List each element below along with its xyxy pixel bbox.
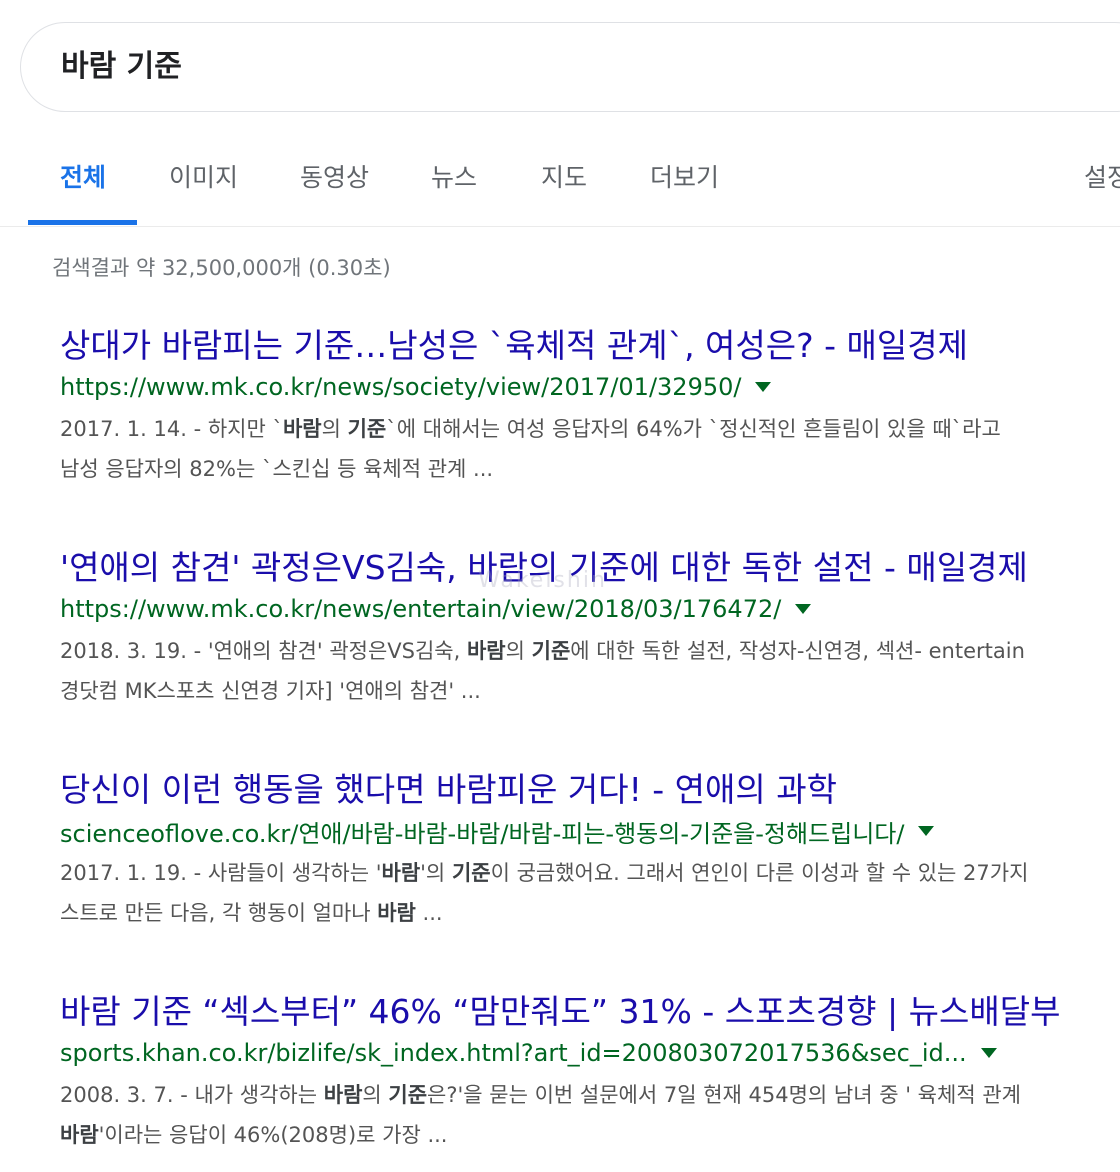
tab-settings[interactable]: 설정: [1084, 140, 1120, 220]
snippet-highlight: 기준: [531, 639, 571, 663]
snippet-highlight: 바람: [466, 639, 506, 663]
snippet-text: 의: [321, 417, 348, 441]
tab-images[interactable]: 이미지: [169, 140, 238, 220]
tab-more[interactable]: 더보기: [650, 140, 719, 220]
snippet-text: ...: [415, 901, 443, 925]
tab-videos[interactable]: 동영상: [300, 140, 369, 220]
tab-news[interactable]: 뉴스: [431, 140, 477, 220]
snippet-text: 2008. 3. 7. - 내가 생각하는: [60, 1083, 324, 1107]
snippet-line: 스트로 만든 다음, 각 행동이 얼마나 바람 ...: [60, 893, 1120, 933]
snippet-text: 의: [505, 639, 532, 663]
snippet-text: 에 대한 독한 설전, 작성자-신연경, 섹션- entertain: [570, 639, 1025, 663]
snippet-highlight: 바람: [377, 901, 416, 925]
snippet-text: 의: [362, 1083, 389, 1107]
result-url-row: https://www.mk.co.kr/news/society/view/2…: [60, 369, 1120, 405]
snippet-highlight: 바람: [381, 861, 421, 885]
result-title-link[interactable]: 상대가 바람피는 기준…남성은 `육체적 관계`, 여성은? - 매일경제: [60, 325, 1120, 367]
result-url-row: https://www.mk.co.kr/news/entertain/view…: [60, 591, 1120, 627]
result-snippet: 2018. 3. 19. - '연애의 참견' 곽정은VS김숙, 바람의 기준에…: [60, 631, 1120, 711]
result-url[interactable]: sports.khan.co.kr/bizlife/sk_index.html?…: [60, 1039, 967, 1067]
caret-down-icon[interactable]: [918, 826, 935, 836]
snippet-highlight: 바람: [323, 1083, 363, 1107]
snippet-text: 스트로 만든 다음, 각 행동이 얼마나: [60, 901, 378, 925]
snippet-text: '의: [420, 861, 452, 885]
snippet-highlight: 기준: [388, 1083, 428, 1107]
result-url[interactable]: https://www.mk.co.kr/news/society/view/2…: [60, 373, 741, 401]
result-title-link[interactable]: 당신이 이런 행동을 했다면 바람피운 거다! - 연애의 과학: [60, 769, 1120, 811]
snippet-line: 2008. 3. 7. - 내가 생각하는 바람의 기준은?'을 묻는 이번 설…: [60, 1075, 1120, 1115]
snippet-line: 2017. 1. 14. - 하지만 `바람의 기준`에 대해서는 여성 응답자…: [60, 409, 1120, 449]
result-title-link[interactable]: 바람 기준 “섹스부터” 46% “맘만줘도” 31% - 스포츠경향 | 뉴스…: [60, 991, 1120, 1033]
snippet-text: 2017. 1. 14. - 하지만 `: [60, 417, 283, 441]
snippet-text: 은?'을 묻는 이번 설문에서 7일 현재 454명의 남녀 중 ' 육체적 관…: [427, 1083, 1021, 1107]
tab-all[interactable]: 전체: [60, 140, 106, 220]
snippet-text: 남성 응답자의 82%는 `스킨십 등 육체적 관계 ...: [60, 457, 494, 481]
snippet-highlight: 바람: [60, 1123, 99, 1147]
snippet-line: 바람'이라는 응답이 46%(208명)로 가장 ...: [60, 1115, 1120, 1155]
snippet-line: 경닷컴 MK스포츠 신연경 기자] '연애의 참견' ...: [60, 671, 1120, 711]
search-result: 당신이 이런 행동을 했다면 바람피운 거다! - 연애의 과학 science…: [60, 769, 1120, 933]
snippet-text: '이라는 응답이 46%(208명)로 가장 ...: [98, 1123, 448, 1147]
caret-down-icon[interactable]: [755, 382, 772, 392]
search-result: '연애의 참견' 곽정은VS김숙, 바람의 기준에 대한 독한 설전 - 매일경…: [60, 547, 1120, 711]
active-tab-indicator: [28, 220, 137, 225]
result-stats: 검색결과 약 32,500,000개 (0.30초): [52, 256, 391, 280]
result-title-link[interactable]: '연애의 참견' 곽정은VS김숙, 바람의 기준에 대한 독한 설전 - 매일경…: [60, 547, 1120, 589]
search-result: 바람 기준 “섹스부터” 46% “맘만줘도” 31% - 스포츠경향 | 뉴스…: [60, 991, 1120, 1155]
snippet-text: 2017. 1. 19. - 사람들이 생각하는 ': [60, 861, 382, 885]
search-result: 상대가 바람피는 기준…남성은 `육체적 관계`, 여성은? - 매일경제 ht…: [60, 325, 1120, 489]
result-snippet: 2017. 1. 14. - 하지만 `바람의 기준`에 대해서는 여성 응답자…: [60, 409, 1120, 489]
result-url[interactable]: scienceoflove.co.kr/연애/바람-바람-바람/바람-피는-행동…: [60, 814, 904, 849]
snippet-highlight: 기준: [451, 861, 491, 885]
tabs-divider: [0, 226, 1120, 227]
result-url-row: scienceoflove.co.kr/연애/바람-바람-바람/바람-피는-행동…: [60, 813, 1120, 849]
tab-maps[interactable]: 지도: [541, 140, 587, 220]
snippet-highlight: 바람: [282, 417, 322, 441]
snippet-line: 남성 응답자의 82%는 `스킨십 등 육체적 관계 ...: [60, 449, 1120, 489]
search-box[interactable]: 바람 기준: [20, 22, 1120, 112]
snippet-text: 2018. 3. 19. - '연애의 참견' 곽정은VS김숙,: [60, 639, 467, 663]
result-url[interactable]: https://www.mk.co.kr/news/entertain/view…: [60, 595, 781, 623]
snippet-line: 2017. 1. 19. - 사람들이 생각하는 '바람'의 기준이 궁금했어요…: [60, 853, 1120, 893]
snippet-line: 2018. 3. 19. - '연애의 참견' 곽정은VS김숙, 바람의 기준에…: [60, 631, 1120, 671]
search-input[interactable]: 바람 기준: [61, 23, 182, 111]
search-results-page: 바람 기준 전체 이미지 동영상 뉴스 지도 더보기 설정 검색결과 약 32,…: [0, 0, 1120, 1172]
caret-down-icon[interactable]: [980, 1048, 997, 1058]
result-snippet: 2017. 1. 19. - 사람들이 생각하는 '바람'의 기준이 궁금했어요…: [60, 853, 1120, 933]
search-tabs: 전체 이미지 동영상 뉴스 지도 더보기 설정: [0, 140, 1120, 226]
caret-down-icon[interactable]: [795, 604, 812, 614]
result-snippet: 2008. 3. 7. - 내가 생각하는 바람의 기준은?'을 묻는 이번 설…: [60, 1075, 1120, 1155]
result-url-row: sports.khan.co.kr/bizlife/sk_index.html?…: [60, 1035, 1120, 1071]
snippet-text: 이 궁금했어요. 그래서 연인이 다른 이성과 할 수 있는 27가지: [490, 861, 1029, 885]
snippet-text: `에 대해서는 여성 응답자의 64%가 `정신적인 흔들림이 있을 때`라고: [386, 417, 1001, 441]
snippet-highlight: 기준: [347, 417, 387, 441]
snippet-text: 경닷컴 MK스포츠 신연경 기자] '연애의 참견' ...: [60, 679, 481, 703]
